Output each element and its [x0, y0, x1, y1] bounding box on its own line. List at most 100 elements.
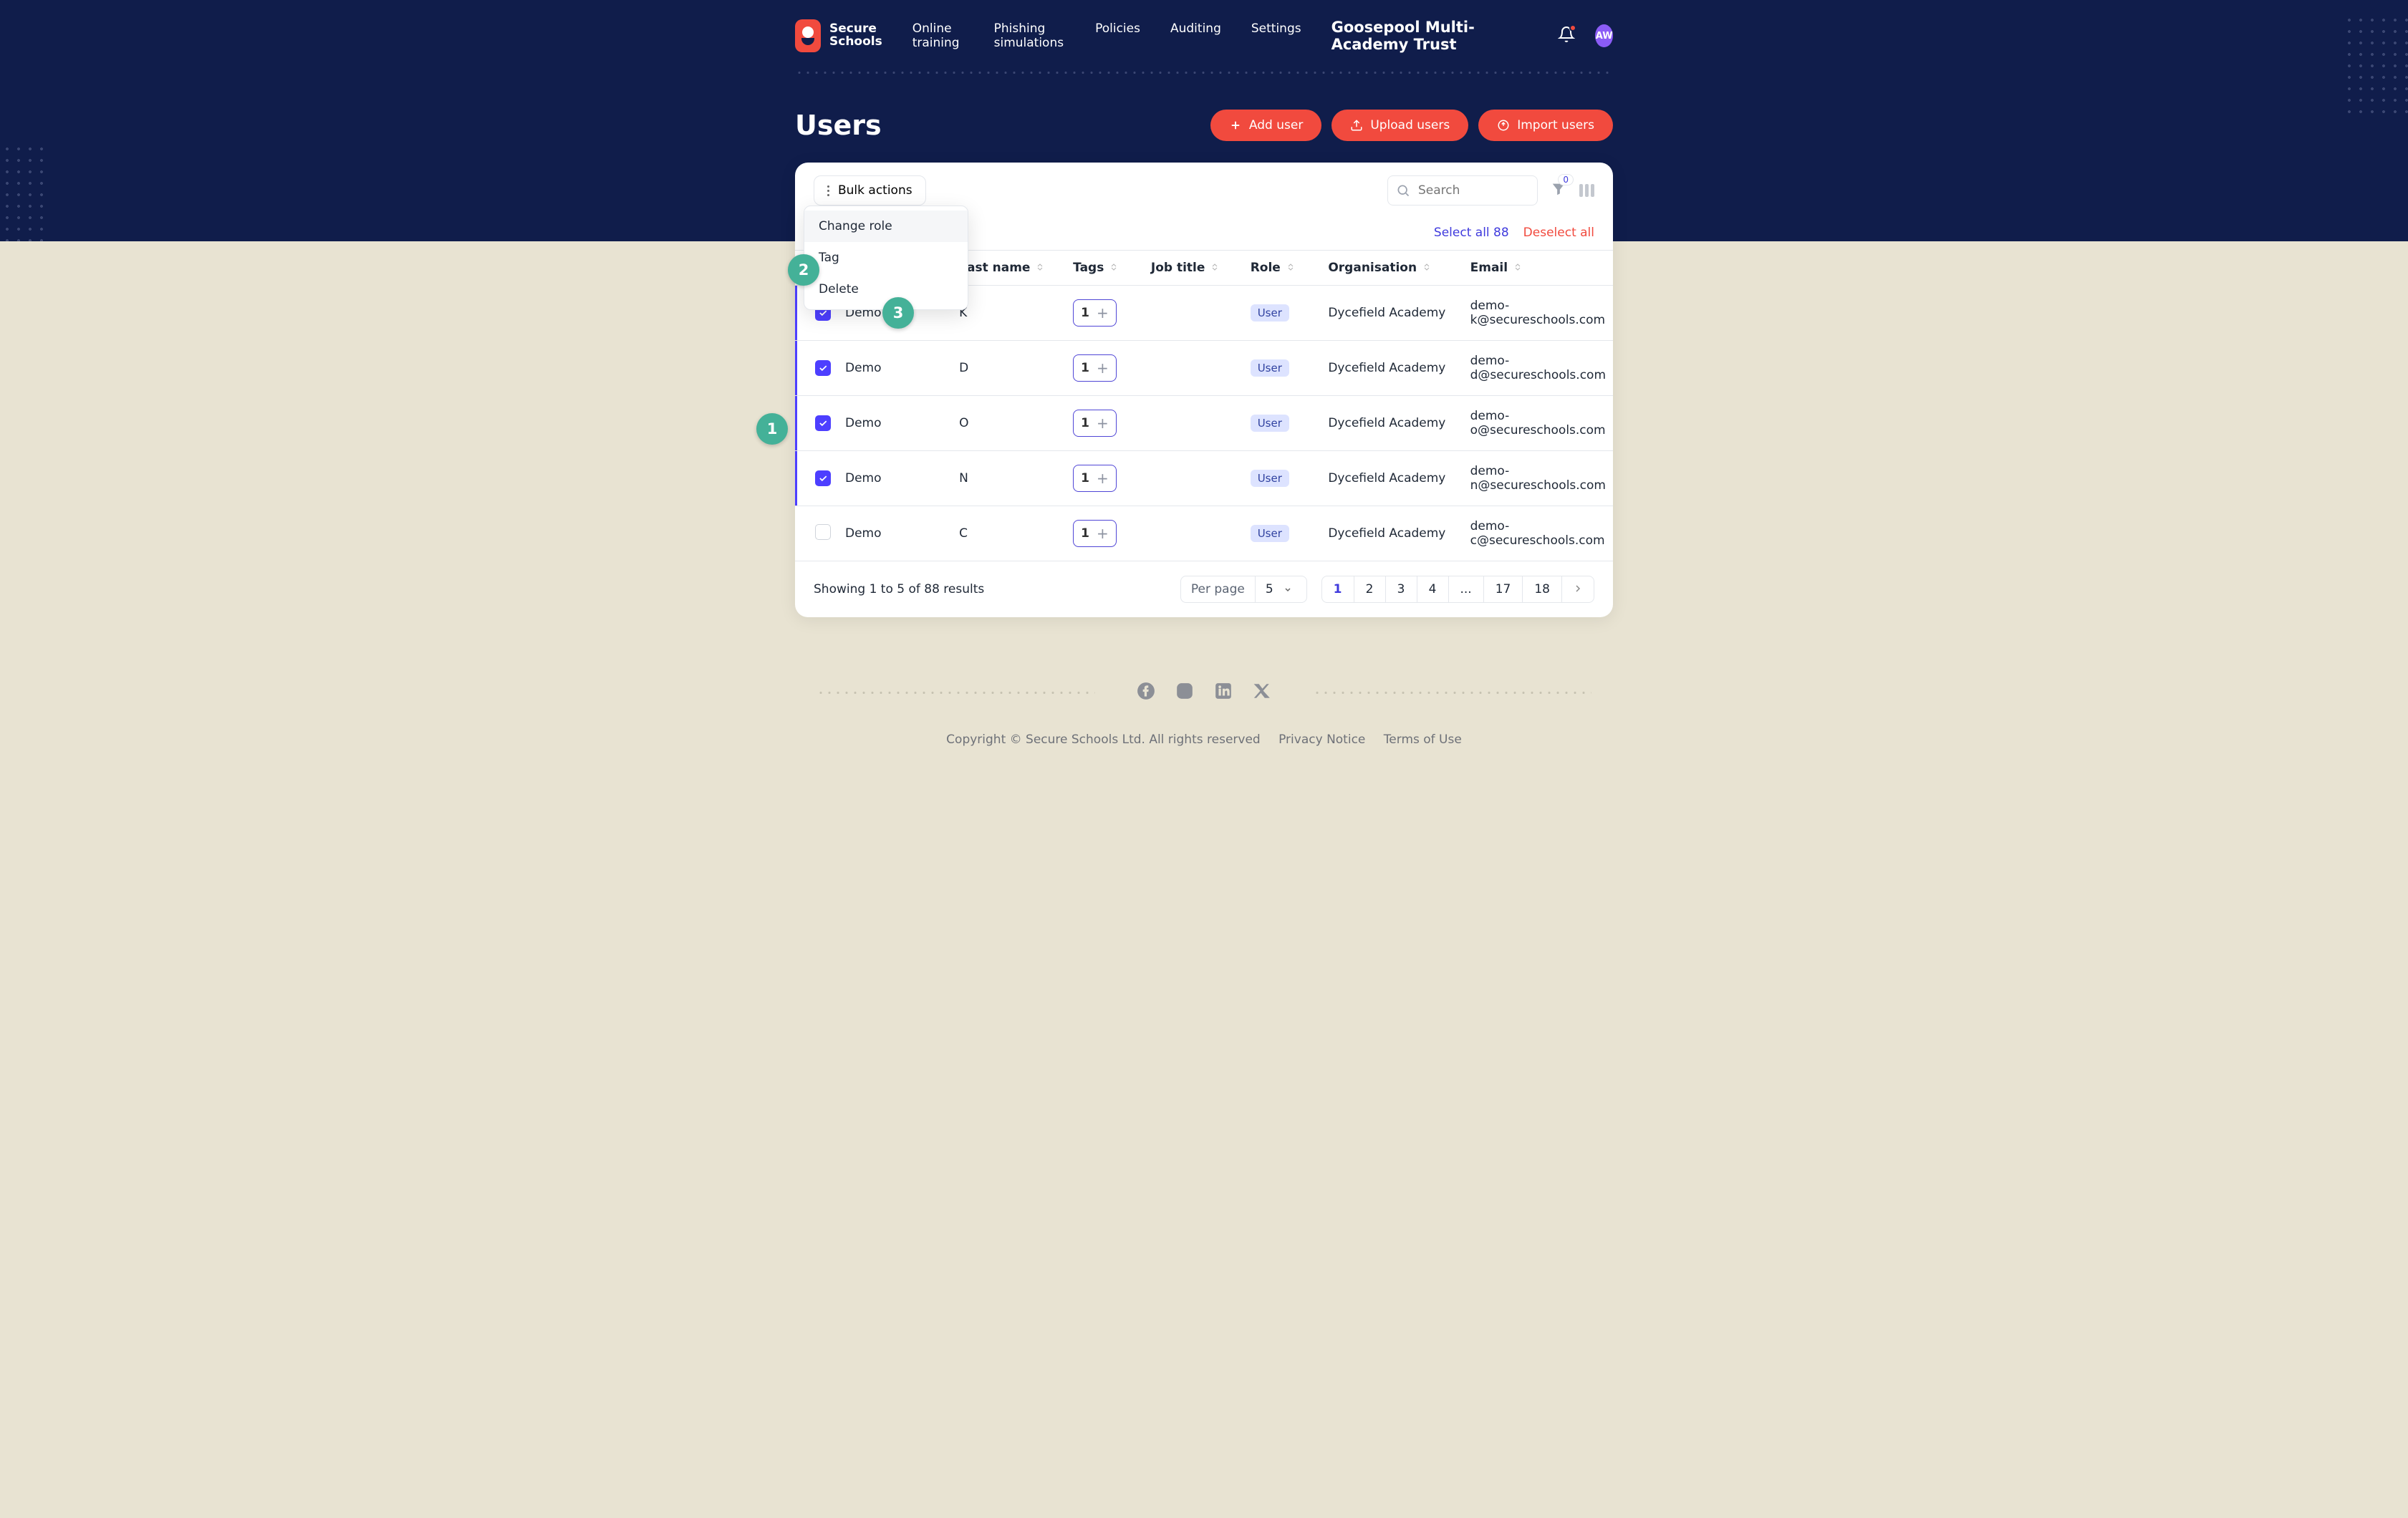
cell-last-name: C [952, 506, 1066, 561]
table-row: Demo O 1+ User Dycefield Academy demo-o@… [795, 396, 1613, 451]
cell-job-title [1144, 341, 1243, 396]
page-title: Users [795, 110, 882, 141]
tag-pill[interactable]: 1+ [1073, 354, 1117, 382]
facebook-link[interactable] [1137, 682, 1155, 704]
tag-count: 1 [1081, 361, 1089, 375]
add-user-button[interactable]: Add user [1210, 110, 1321, 141]
menu-change-role[interactable]: Change role [804, 211, 968, 242]
tag-pill[interactable]: 1+ [1073, 299, 1117, 327]
nav-phishing[interactable]: Phishing simulations [994, 21, 1065, 50]
import-users-button[interactable]: Import users [1478, 110, 1613, 141]
cell-organisation: Dycefield Academy [1321, 341, 1463, 396]
nav-settings[interactable]: Settings [1251, 21, 1301, 50]
page-...[interactable]: ... [1449, 576, 1484, 603]
sort-icon [1036, 263, 1044, 271]
kebab-icon [827, 185, 829, 196]
users-card: Bulk actions Change role Tag Delete 0 [795, 163, 1613, 617]
tag-pill[interactable]: 1+ [1073, 520, 1117, 547]
role-badge: User [1251, 359, 1289, 377]
deselect-all-link[interactable]: Deselect all [1523, 226, 1594, 240]
logo-icon [795, 19, 821, 52]
cell-job-title [1144, 506, 1243, 561]
cell-first-name: Demo [838, 396, 952, 451]
bulk-actions-menu: Change role Tag Delete [804, 206, 968, 310]
page-18[interactable]: 18 [1523, 576, 1562, 603]
notification-dot [1569, 24, 1576, 32]
avatar[interactable]: AW [1595, 24, 1613, 47]
table-row: Demo N 1+ User Dycefield Academy demo-n@… [795, 451, 1613, 506]
cell-organisation: Dycefield Academy [1321, 506, 1463, 561]
privacy-link[interactable]: Privacy Notice [1278, 733, 1365, 747]
col-tags[interactable]: Tags [1066, 251, 1144, 286]
col-email[interactable]: Email [1463, 251, 1613, 286]
instagram-link[interactable] [1175, 682, 1194, 704]
filter-button[interactable]: 0 [1551, 181, 1566, 200]
tag-count: 1 [1081, 526, 1089, 541]
page-17[interactable]: 17 [1484, 576, 1523, 603]
plus-icon: + [1097, 526, 1109, 541]
facebook-icon [1137, 682, 1155, 700]
nav-online-training[interactable]: Online training [912, 21, 964, 50]
page-2[interactable]: 2 [1354, 576, 1386, 603]
x-link[interactable] [1253, 682, 1271, 704]
menu-tag[interactable]: Tag [804, 242, 968, 274]
nav-auditing[interactable]: Auditing [1170, 21, 1221, 50]
select-all-link[interactable]: Select all 88 [1434, 226, 1509, 240]
nav-links: Online training Phishing simulations Pol… [912, 21, 1301, 50]
cell-email: demo-d@secureschools.com [1463, 341, 1613, 396]
org-name[interactable]: Goosepool Multi-Academy Trust [1331, 19, 1538, 53]
search-wrapper [1387, 175, 1538, 206]
row-checkbox[interactable] [815, 360, 831, 376]
social-links [795, 682, 1613, 704]
page-1[interactable]: 1 [1321, 576, 1354, 603]
upload-users-label: Upload users [1370, 118, 1450, 132]
sort-icon [1286, 263, 1295, 271]
col-organisation[interactable]: Organisation [1321, 251, 1463, 286]
step-badge-2: 2 [788, 254, 819, 286]
plus-icon [1229, 119, 1242, 132]
step-badge-3: 3 [882, 297, 914, 329]
cell-first-name: Demo [838, 341, 952, 396]
col-role[interactable]: Role [1243, 251, 1321, 286]
results-text: Showing 1 to 5 of 88 results [814, 582, 984, 596]
columns-button[interactable] [1579, 184, 1594, 197]
role-badge: User [1251, 415, 1289, 432]
tag-count: 1 [1081, 306, 1089, 320]
terms-link[interactable]: Terms of Use [1384, 733, 1462, 747]
tag-pill[interactable]: 1+ [1073, 465, 1117, 492]
col-last-name[interactable]: Last name [952, 251, 1066, 286]
decorative-dots [0, 143, 50, 241]
brand-logo[interactable]: Secure Schools [795, 19, 882, 52]
page-next[interactable] [1562, 576, 1594, 603]
sort-icon [1210, 263, 1219, 271]
table-row: Demo C 1+ User Dycefield Academy demo-c@… [795, 506, 1613, 561]
row-checkbox[interactable] [815, 415, 831, 431]
x-icon [1253, 682, 1271, 700]
tag-pill[interactable]: 1+ [1073, 410, 1117, 437]
nav-policies[interactable]: Policies [1095, 21, 1140, 50]
notifications-button[interactable] [1558, 26, 1575, 47]
menu-delete[interactable]: Delete [804, 274, 968, 305]
bulk-actions-button[interactable]: Bulk actions [814, 175, 926, 206]
pagination: 1234...1718 [1321, 576, 1594, 603]
col-job-title[interactable]: Job title [1144, 251, 1243, 286]
sort-icon [1422, 263, 1431, 271]
top-nav: Secure Schools Online training Phishing … [795, 0, 1613, 72]
page-4[interactable]: 4 [1417, 576, 1449, 603]
cell-job-title [1144, 286, 1243, 341]
add-user-label: Add user [1249, 118, 1303, 132]
plus-icon: + [1097, 361, 1109, 375]
row-checkbox[interactable] [815, 524, 831, 540]
cell-email: demo-k@secureschools.com [1463, 286, 1613, 341]
per-page-select[interactable]: 5 [1255, 576, 1307, 603]
upload-icon [1350, 119, 1363, 132]
role-badge: User [1251, 470, 1289, 487]
upload-users-button[interactable]: Upload users [1331, 110, 1468, 141]
cell-job-title [1144, 396, 1243, 451]
linkedin-link[interactable] [1214, 682, 1233, 704]
row-checkbox[interactable] [815, 470, 831, 486]
cell-first-name: Demo [838, 451, 952, 506]
page-3[interactable]: 3 [1386, 576, 1417, 603]
import-users-label: Import users [1517, 118, 1594, 132]
plus-icon: + [1097, 416, 1109, 430]
